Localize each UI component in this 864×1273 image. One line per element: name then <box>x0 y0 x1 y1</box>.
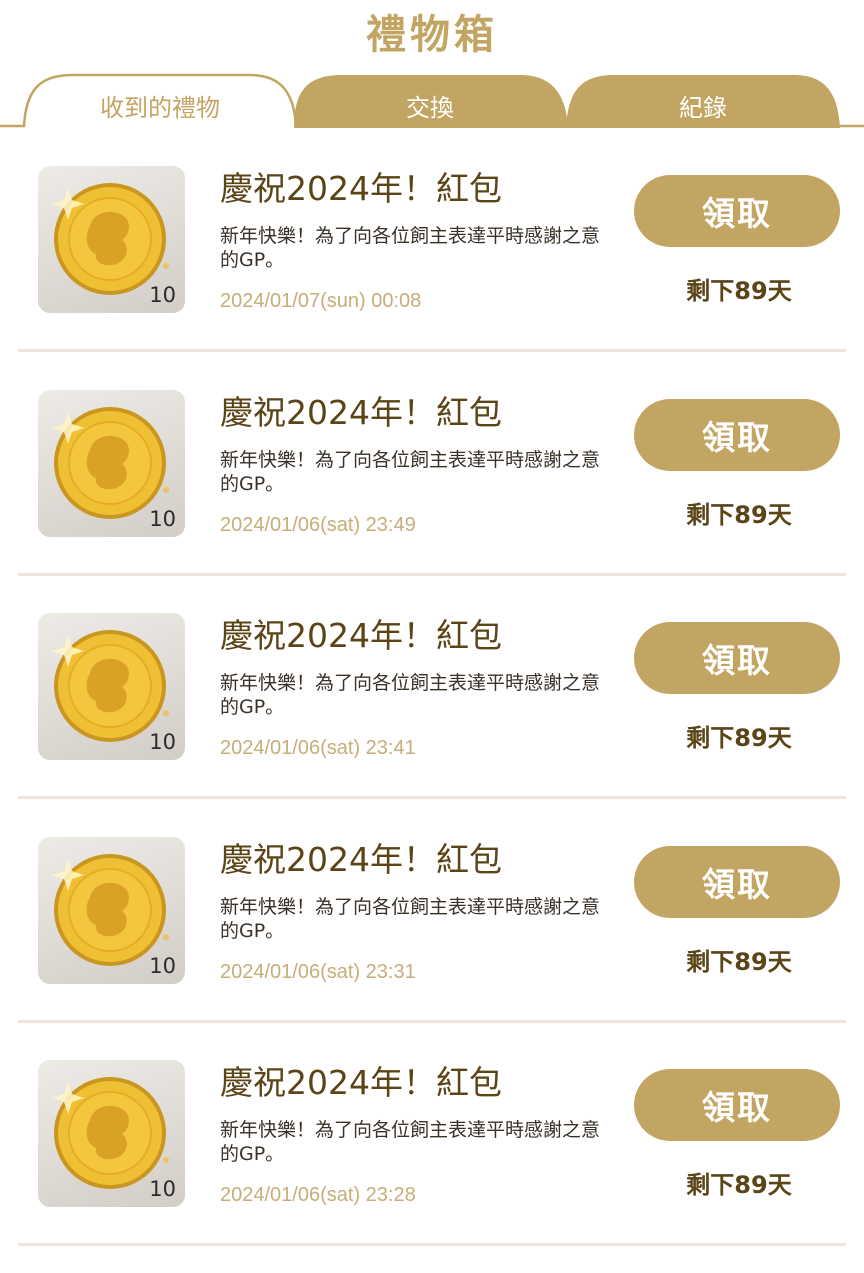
gift-date: 2024/01/06(sat) 23:49 <box>220 513 416 536</box>
tab-received-gifts[interactable]: 收到的禮物 <box>30 88 290 122</box>
gold-coin-icon: 10 <box>38 1060 185 1207</box>
claim-button[interactable]: 領取 <box>634 175 840 247</box>
gift-description: 新年快樂！為了向各位飼主表達平時感謝之意的GP。 <box>220 225 601 271</box>
gift-quantity: 10 <box>149 1177 176 1201</box>
remaining-days: 剩下89天 <box>686 947 792 976</box>
gift-quantity: 10 <box>149 953 176 978</box>
gold-coin-icon: 10 <box>38 166 185 313</box>
gift-description: 新年快樂！為了向各位飼主表達平時感謝之意的GP。 <box>220 1119 601 1165</box>
gold-coin-icon: 10 <box>38 836 185 984</box>
gift-title: 慶祝2024年！紅包 <box>220 392 502 432</box>
gold-coin-icon: 10 <box>38 389 185 537</box>
gift-title: 慶祝2024年！紅包 <box>220 169 502 208</box>
tab-history[interactable]: 紀錄 <box>570 88 836 122</box>
gift-quantity: 10 <box>149 506 176 531</box>
remaining-days: 剩下89天 <box>686 277 792 305</box>
claim-button[interactable]: 領取 <box>634 398 840 471</box>
remaining-days: 剩下89天 <box>686 500 792 529</box>
divider <box>18 1243 846 1246</box>
gift-item: 10 慶祝2024年！紅包 新年快樂！為了向各位飼主表達平時感謝之意的GP。 2… <box>0 575 864 799</box>
gift-item: 10 慶祝2024年！紅包 新年快樂！為了向各位飼主表達平時感謝之意的GP。 2… <box>0 352 864 576</box>
claim-button[interactable]: 領取 <box>634 845 840 918</box>
gift-date: 2024/01/07(sun) 00:08 <box>220 290 422 312</box>
gift-date: 2024/01/06(sat) 23:41 <box>220 737 416 759</box>
gold-coin-icon: 10 <box>38 613 185 760</box>
gift-title: 慶祝2024年！紅包 <box>220 616 502 655</box>
gift-description: 新年快樂！為了向各位飼主表達平時感謝之意的GP。 <box>220 672 601 718</box>
page-title: 禮物箱 <box>366 12 498 58</box>
gift-description: 新年快樂！為了向各位飼主表達平時感謝之意的GP。 <box>220 448 601 495</box>
tab-bar: 收到的禮物 交換 紀錄 <box>0 72 864 128</box>
gift-title: 慶祝2024年！紅包 <box>220 1063 502 1102</box>
remaining-days: 剩下89天 <box>686 1171 792 1199</box>
remaining-days: 剩下89天 <box>686 724 792 752</box>
gift-date: 2024/01/06(sat) 23:31 <box>220 960 416 983</box>
gift-title: 慶祝2024年！紅包 <box>220 839 502 879</box>
claim-button[interactable]: 領取 <box>634 1069 840 1141</box>
gift-quantity: 10 <box>149 283 176 307</box>
gift-box-page: 禮物箱 收到的禮物 交換 紀錄 10 慶祝2024年！紅包 新年快樂！為了向各位… <box>0 0 864 1273</box>
gift-item: 10 慶祝2024年！紅包 新年快樂！為了向各位飼主表達平時感謝之意的GP。 2… <box>0 1022 864 1246</box>
gift-item: 10 慶祝2024年！紅包 新年快樂！為了向各位飼主表達平時感謝之意的GP。 2… <box>0 799 864 1023</box>
claim-button[interactable]: 領取 <box>634 622 840 694</box>
gift-description: 新年快樂！為了向各位飼主表達平時感謝之意的GP。 <box>220 895 601 942</box>
gift-item: 10 慶祝2024年！紅包 新年快樂！為了向各位飼主表達平時感謝之意的GP。 2… <box>0 128 864 352</box>
tab-exchange[interactable]: 交換 <box>298 88 562 122</box>
gift-date: 2024/01/06(sat) 23:28 <box>220 1184 416 1206</box>
gift-list: 10 慶祝2024年！紅包 新年快樂！為了向各位飼主表達平時感謝之意的GP。 2… <box>0 128 864 1246</box>
gift-quantity: 10 <box>149 730 176 754</box>
